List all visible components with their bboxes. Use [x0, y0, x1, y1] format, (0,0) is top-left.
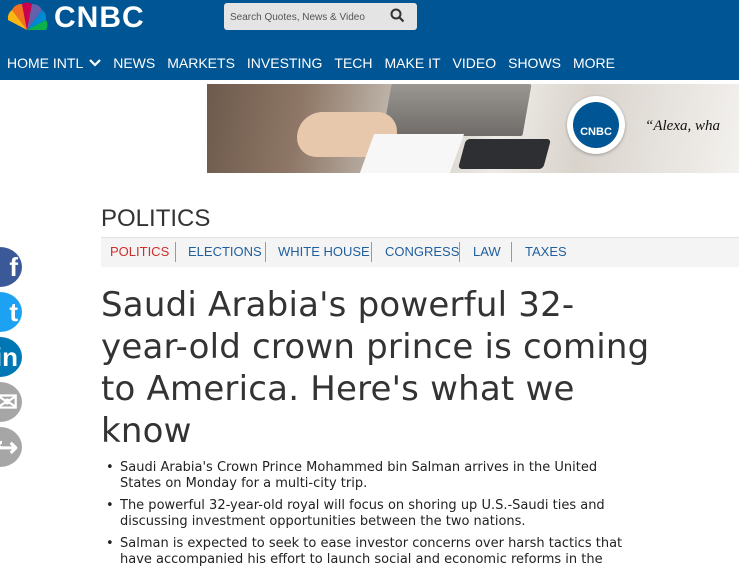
- key-point: The powerful 32-year-old royal will focu…: [105, 498, 625, 530]
- nav-news[interactable]: NEWS: [107, 49, 161, 77]
- subnav-divider: [511, 242, 512, 262]
- search-box[interactable]: [224, 3, 417, 30]
- key-point: Salman is expected to seek to ease inves…: [105, 536, 625, 568]
- nav-investing[interactable]: INVESTING: [241, 49, 328, 77]
- share-icon: ↪: [0, 432, 18, 462]
- more-share-button[interactable]: ↪: [0, 427, 22, 467]
- search-input[interactable]: [228, 7, 387, 27]
- nav-home-intl[interactable]: HOME INTL: [0, 49, 107, 77]
- nav-tech[interactable]: TECH: [328, 49, 378, 77]
- subnav-elections[interactable]: ELECTIONS: [188, 244, 262, 259]
- search-icon[interactable]: [390, 8, 405, 23]
- nav-make-it[interactable]: MAKE IT: [379, 49, 447, 77]
- subnav-law[interactable]: LAW: [473, 244, 501, 259]
- linkedin-icon: in: [0, 342, 18, 372]
- subnav-divider: [371, 242, 372, 262]
- envelope-icon: ✉: [0, 387, 18, 417]
- section-title[interactable]: POLITICS: [101, 205, 210, 233]
- facebook-share-button[interactable]: f: [0, 247, 22, 287]
- tablet-image: [457, 139, 552, 169]
- top-header: CNBC HOME INTL NEWS MARKETS INVESTING TE…: [0, 0, 739, 80]
- article-headline: Saudi Arabia's powerful 32-year-old crow…: [101, 285, 650, 451]
- nav-video[interactable]: VIDEO: [447, 49, 503, 77]
- chevron-down-icon: [89, 59, 102, 67]
- section-subnav: POLITICS ELECTIONS WHITE HOUSE CONGRESS …: [101, 237, 739, 267]
- subnav-congress[interactable]: CONGRESS: [385, 244, 459, 259]
- key-points-list: Saudi Arabia's Crown Prince Mohammed bin…: [105, 460, 625, 574]
- subnav-white-house[interactable]: WHITE HOUSE: [278, 244, 370, 259]
- email-share-button[interactable]: ✉: [0, 382, 22, 422]
- subnav-politics[interactable]: POLITICS: [110, 244, 169, 259]
- nav-more[interactable]: MORE: [567, 49, 621, 77]
- paper-chart-image: [359, 134, 465, 173]
- subnav-divider: [459, 242, 460, 262]
- banner-logo: CNBC: [567, 96, 625, 154]
- linkedin-share-button[interactable]: in: [0, 337, 22, 377]
- logo-text: CNBC: [54, 1, 145, 34]
- twitter-icon: t: [9, 297, 18, 327]
- cnbc-logo[interactable]: CNBC: [0, 0, 190, 34]
- main-nav: HOME INTL NEWS MARKETS INVESTING TECH MA…: [0, 49, 621, 77]
- ad-banner[interactable]: CNBC “Alexa, wha: [207, 84, 739, 173]
- key-point: Saudi Arabia's Crown Prince Mohammed bin…: [105, 460, 625, 492]
- facebook-icon: f: [9, 252, 18, 282]
- nav-shows[interactable]: SHOWS: [502, 49, 567, 77]
- nav-markets[interactable]: MARKETS: [161, 49, 241, 77]
- banner-logo-text: CNBC: [573, 102, 619, 148]
- subnav-divider: [265, 242, 266, 262]
- twitter-share-button[interactable]: t: [0, 292, 22, 332]
- banner-quote: “Alexa, wha: [645, 118, 720, 134]
- subnav-taxes[interactable]: TAXES: [525, 244, 567, 259]
- subnav-divider: [175, 242, 176, 262]
- nav-home-intl-label: HOME INTL: [7, 55, 84, 71]
- laptop-image: [382, 84, 532, 136]
- peacock-icon: [7, 2, 48, 31]
